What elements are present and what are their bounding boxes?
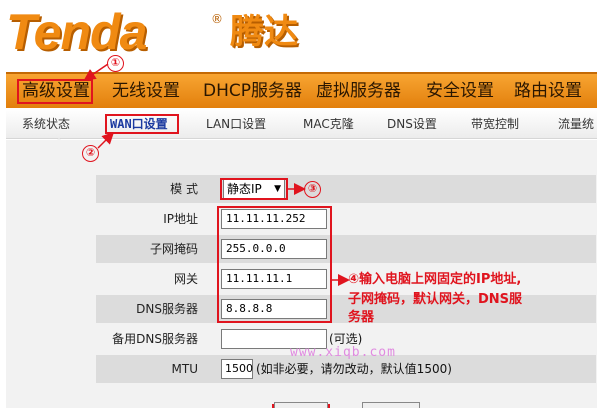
tab-dns-settings[interactable]: DNS设置 [387, 109, 437, 139]
nav-dhcp-server[interactable]: DHCP服务器 [203, 74, 302, 108]
step-3-badge: ③ [304, 181, 321, 198]
step-2-badge: ② [82, 145, 99, 162]
step-4-number: ④ [348, 272, 360, 287]
nav-route-settings[interactable]: 路由设置 [514, 74, 582, 108]
ip-label: IP地址 [163, 212, 198, 226]
tab-mac-clone[interactable]: MAC克隆 [303, 109, 354, 139]
nav-security-settings[interactable]: 安全设置 [426, 74, 494, 108]
dns-label: DNS服务器 [136, 302, 198, 316]
mtu-label: MTU [171, 362, 198, 376]
step-4-text-line2: 子网掩码，默认网关，DNS服 [348, 292, 523, 307]
tab-traffic-stats[interactable]: 流量统 [558, 109, 594, 139]
step-4-text-line3: 务器 [348, 310, 375, 325]
highlight-mode-select [220, 178, 288, 200]
sub-navigation: 系统状态 WAN口设置 LAN口设置 MAC克隆 DNS设置 带宽控制 流量统 [6, 109, 597, 145]
tab-system-status[interactable]: 系统状态 [22, 109, 70, 139]
nav-virtual-server[interactable]: 虚拟服务器 [316, 74, 401, 108]
step-4-text-line1: ④输入电脑上网固定的IP地址, [348, 272, 522, 287]
gateway-label: 网关 [173, 272, 198, 286]
logo-text: Tenda [6, 4, 147, 60]
highlight-ip-fields [217, 206, 332, 323]
logo-chinese: 腾达 [230, 12, 298, 52]
nav-wireless-settings[interactable]: 无线设置 [112, 74, 180, 108]
mode-label: 模 式 [170, 182, 198, 196]
cancel-button[interactable] [362, 402, 420, 408]
save-button[interactable] [274, 402, 328, 408]
registered-mark: ® [211, 12, 223, 26]
highlight-wan-tab [105, 114, 179, 134]
watermark: www.xiqb.com [290, 345, 396, 360]
highlight-advanced-settings [17, 79, 93, 104]
ip-row: IP地址 11.11.11.252 [96, 205, 596, 233]
mode-row: 模 式 静态IP ▼ [96, 175, 596, 203]
mask-label: 子网掩码 [149, 242, 198, 256]
tab-bandwidth-control[interactable]: 带宽控制 [471, 109, 519, 139]
dns2-label: 备用DNS服务器 [112, 332, 198, 346]
top-navigation: 高级设置 无线设置 DHCP服务器 虚拟服务器 安全设置 路由设置 [6, 72, 597, 108]
tenda-logo: Tenda ® 腾达 [6, 4, 326, 60]
mask-row: 子网掩码 255.0.0.0 [96, 235, 596, 263]
mtu-input[interactable]: 1500 [221, 359, 253, 379]
tab-lan-settings[interactable]: LAN口设置 [206, 109, 266, 139]
step-1-badge: ① [107, 55, 124, 72]
